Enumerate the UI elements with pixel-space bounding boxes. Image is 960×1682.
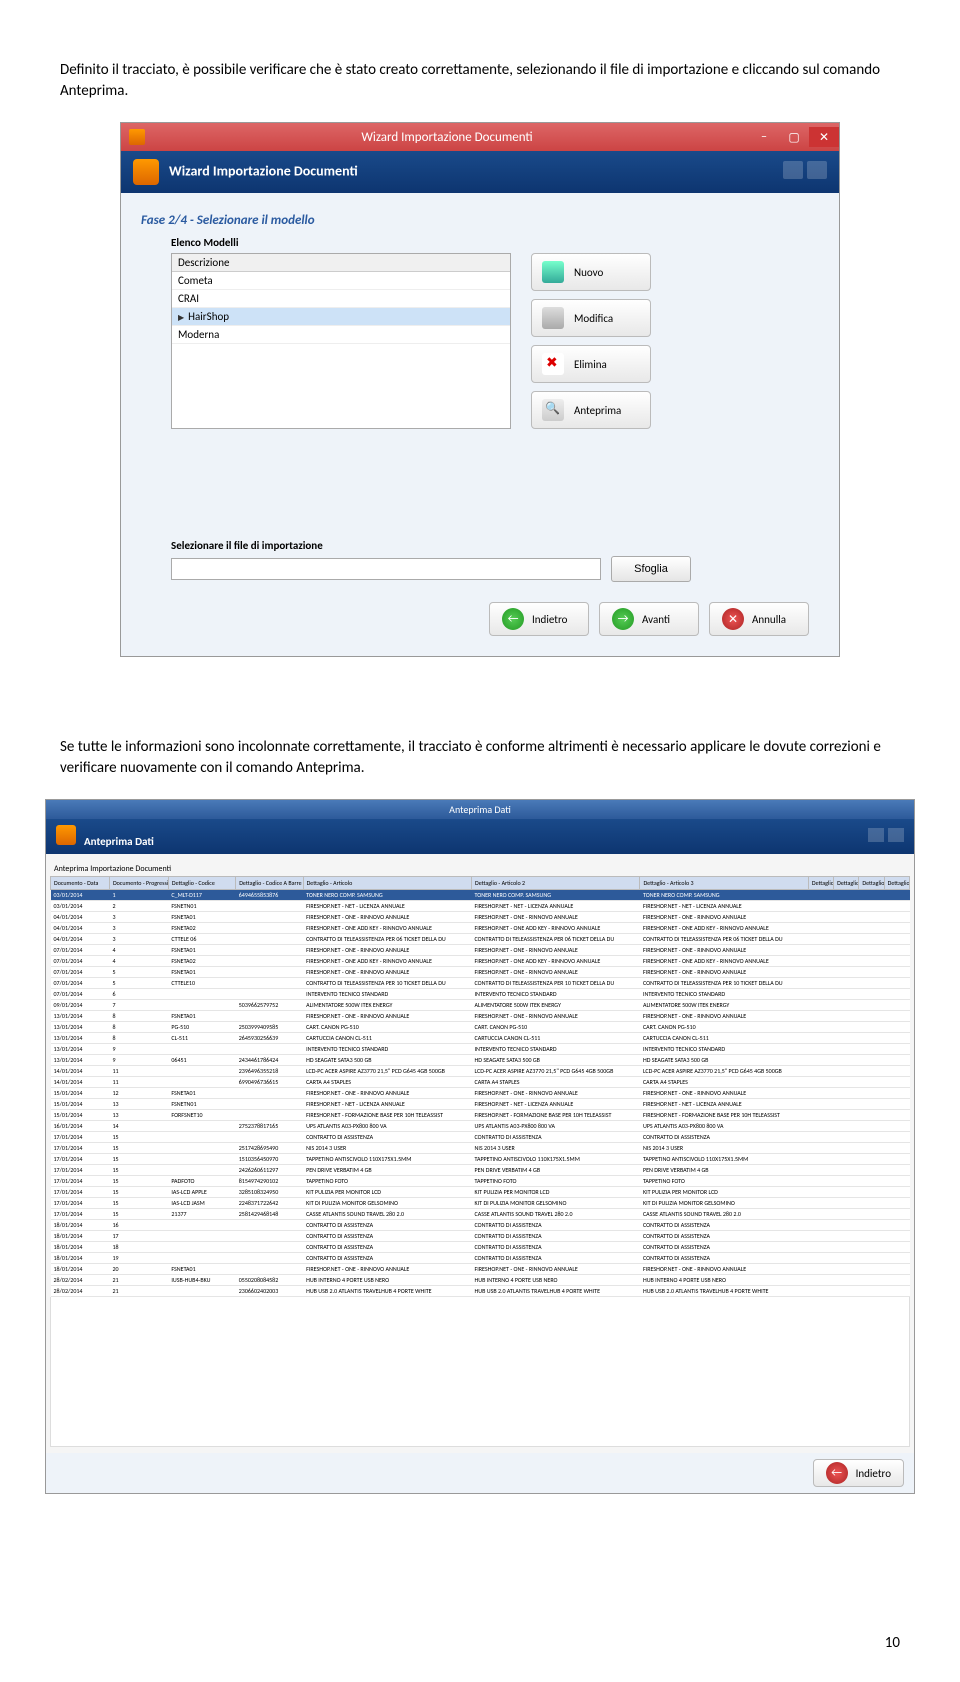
- anteprima-button[interactable]: Anteprima: [531, 391, 651, 429]
- search-icon: [542, 399, 564, 421]
- annulla-button[interactable]: ✕Annulla: [709, 602, 809, 636]
- nuovo-button[interactable]: Nuovo: [531, 253, 651, 291]
- table-row[interactable]: 03/01/20141C_MLT-D1176494655853876TONER …: [51, 890, 910, 901]
- arrow-right-icon: →: [612, 608, 634, 630]
- wizard-icon: [133, 159, 159, 185]
- table-row[interactable]: 17/01/2014152426260611297PEN DRIVE VERBA…: [51, 1165, 910, 1176]
- anteprima-icon: [56, 825, 76, 845]
- minimize-button[interactable]: –: [749, 127, 779, 147]
- breadcrumb: Anteprima Importazione Documenti: [54, 864, 906, 874]
- table-row[interactable]: 14/01/2014112396496355218LCD-PC ACER ASP…: [51, 1066, 910, 1077]
- table-row[interactable]: 13/01/20149064512434461786424HD SEAGATE …: [51, 1055, 910, 1066]
- intro-paragraph: Definito il tracciato, è possibile verif…: [0, 0, 960, 102]
- help-icon[interactable]: [807, 161, 827, 179]
- model-row[interactable]: Cometa: [172, 272, 510, 290]
- file-path-input[interactable]: [171, 558, 601, 580]
- column-header[interactable]: Documento - Progressivo: [109, 877, 168, 890]
- table-row[interactable]: 28/02/2014212306602402003HUB USB 2.0 ATL…: [51, 1286, 910, 1297]
- wizard-window: Wizard Importazione Documenti – ▢ ✕ Wiza…: [120, 122, 840, 657]
- monitor-icon[interactable]: [868, 828, 884, 842]
- close-button[interactable]: ✕: [809, 127, 839, 147]
- sfoglia-button[interactable]: Sfoglia: [611, 556, 691, 582]
- table-row[interactable]: 16/01/2014142752378817165UPS ATLANTIS A0…: [51, 1121, 910, 1132]
- table-row[interactable]: 17/01/201415213772581429468148CASSE ATLA…: [51, 1209, 910, 1220]
- table-row[interactable]: 03/01/20142FSNETN01FIRESHOP.NET - NET - …: [51, 901, 910, 912]
- monitor-icon[interactable]: [783, 161, 803, 179]
- table-row[interactable]: 17/01/201415IAS-LCD APPLE3285108324950KI…: [51, 1187, 910, 1198]
- table-row[interactable]: 17/01/201415CONTRATTO DI ASSISTENZACONTR…: [51, 1132, 910, 1143]
- table-row[interactable]: 13/01/20149INTERVENTO TECNICO STANDARDIN…: [51, 1044, 910, 1055]
- model-list[interactable]: Descrizione CometaCRAIHairShopModerna: [171, 253, 511, 429]
- file-label: Selezionare il file di importazione: [171, 539, 819, 552]
- table-row[interactable]: 07/01/20145CTTELE10CONTRATTO DI TELEASSI…: [51, 978, 910, 989]
- list-label: Elenco Modelli: [171, 236, 819, 249]
- model-row[interactable]: HairShop: [172, 308, 510, 326]
- title-bar: Wizard Importazione Documenti – ▢ ✕: [121, 123, 839, 151]
- table-row[interactable]: 04/01/20143CTTELE 06CONTRATTO DI TELEASS…: [51, 934, 910, 945]
- table-row[interactable]: 13/01/20148CL-5112645930256639CARTUCCIA …: [51, 1033, 910, 1044]
- maximize-button[interactable]: ▢: [779, 127, 809, 147]
- title-bar-2: Anteprima Dati: [46, 800, 914, 819]
- delete-icon: [542, 353, 564, 375]
- app-icon: [129, 129, 145, 145]
- table-row[interactable]: 04/01/20143FSNETA01FIRESHOP.NET - ONE - …: [51, 912, 910, 923]
- column-header[interactable]: Dettaglio - UM: [808, 877, 833, 890]
- table-row[interactable]: 17/01/201415PADFOTO8154974290102TAPPETIN…: [51, 1176, 910, 1187]
- modifica-button[interactable]: Modifica: [531, 299, 651, 337]
- back-icon: ←: [826, 1462, 848, 1484]
- column-header[interactable]: Documento - Data: [51, 877, 110, 890]
- table-row[interactable]: 18/01/201419CONTRATTO DI ASSISTENZACONTR…: [51, 1253, 910, 1264]
- table-row[interactable]: 15/01/201413FSNETN01FIRESHOP.NET - NET -…: [51, 1099, 910, 1110]
- table-row[interactable]: 04/01/20143FSNETA02FIRESHOP.NET - ONE AD…: [51, 923, 910, 934]
- column-header[interactable]: Dettaglio - Articolo 2: [472, 877, 640, 890]
- model-row[interactable]: CRAI: [172, 290, 510, 308]
- table-row[interactable]: 15/01/201413FORFSNET10FIRESHOP.NET - FOR…: [51, 1110, 910, 1121]
- table-row[interactable]: 07/01/20145FSNETA01FIRESHOP.NET - ONE - …: [51, 967, 910, 978]
- table-row[interactable]: 18/01/201420FSNETA01FIRESHOP.NET - ONE -…: [51, 1264, 910, 1275]
- column-header[interactable]: Dettaglio - Articolo: [303, 877, 471, 890]
- anteprima-header: Anteprima Dati: [46, 819, 914, 854]
- table-row[interactable]: 17/01/2014151510356450970TAPPETINO ANTIS…: [51, 1154, 910, 1165]
- column-header[interactable]: Dettaglio - Codice A Barre: [236, 877, 303, 890]
- cancel-icon: ✕: [722, 608, 744, 630]
- column-header[interactable]: Dettaglio - Importo Unitario: [859, 877, 884, 890]
- table-row[interactable]: 18/01/201418CONTRATTO DI ASSISTENZACONTR…: [51, 1242, 910, 1253]
- arrow-left-icon: ←: [502, 608, 524, 630]
- table-row[interactable]: 18/01/201417CONTRATTO DI ASSISTENZACONTR…: [51, 1231, 910, 1242]
- avanti-button[interactable]: →Avanti: [599, 602, 699, 636]
- column-header[interactable]: Dettaglio - Articolo 3: [640, 877, 808, 890]
- table-row[interactable]: 13/01/20148FSNETA01FIRESHOP.NET - ONE - …: [51, 1011, 910, 1022]
- edit-icon: [542, 307, 564, 329]
- table-row[interactable]: 17/01/201415IAS-LCD JASM2248371722642KIT…: [51, 1198, 910, 1209]
- column-header[interactable]: Dettaglio - Quantità: [834, 877, 859, 890]
- wizard-header: Wizard Importazione Documenti: [121, 151, 839, 193]
- preview-table[interactable]: Documento - DataDocumento - ProgressivoD…: [50, 876, 910, 1297]
- plus-icon: [542, 261, 564, 283]
- phase-label: Fase 2/4 - Selezionare il modello: [141, 213, 819, 228]
- table-row[interactable]: 09/01/201475039662579752ALIMENTATORE 500…: [51, 1000, 910, 1011]
- column-header[interactable]: Dettaglio - Codice: [168, 877, 235, 890]
- table-row[interactable]: 15/01/201412FSNETA01FIRESHOP.NET - ONE -…: [51, 1088, 910, 1099]
- anteprima-window: Anteprima Dati Anteprima Dati Anteprima …: [45, 799, 915, 1494]
- model-row[interactable]: Moderna: [172, 326, 510, 344]
- table-row[interactable]: 07/01/20144FSNETA02FIRESHOP.NET - ONE AD…: [51, 956, 910, 967]
- table-row[interactable]: 07/01/20146INTERVENTO TECNICO STANDARDIN…: [51, 989, 910, 1000]
- list-header: Descrizione: [172, 254, 510, 272]
- table-row[interactable]: 07/01/20144FSNETA01FIRESHOP.NET - ONE - …: [51, 945, 910, 956]
- table-row[interactable]: 28/02/201421IUSB-HUB4-BKU0550208084582HU…: [51, 1275, 910, 1286]
- page-number: 10: [0, 1514, 960, 1682]
- indietro-button-2[interactable]: ←Indietro: [813, 1459, 904, 1487]
- table-row[interactable]: 14/01/2014116990496736615CARTA A4 STAPLE…: [51, 1077, 910, 1088]
- table-row[interactable]: 13/01/20148PG-5102503999409585CART. CANO…: [51, 1022, 910, 1033]
- elimina-button[interactable]: Elimina: [531, 345, 651, 383]
- second-paragraph: Se tutte le informazioni sono incolonnat…: [0, 677, 960, 779]
- help-icon[interactable]: [888, 828, 904, 842]
- table-row[interactable]: 18/01/201416CONTRATTO DI ASSISTENZACONTR…: [51, 1220, 910, 1231]
- window-title: Wizard Importazione Documenti: [145, 130, 749, 145]
- table-row[interactable]: 17/01/2014152517428695490NIS 2014 3 USER…: [51, 1143, 910, 1154]
- indietro-button[interactable]: ←Indietro: [489, 602, 589, 636]
- column-header[interactable]: Dettaglio - Aliquota: [884, 877, 909, 890]
